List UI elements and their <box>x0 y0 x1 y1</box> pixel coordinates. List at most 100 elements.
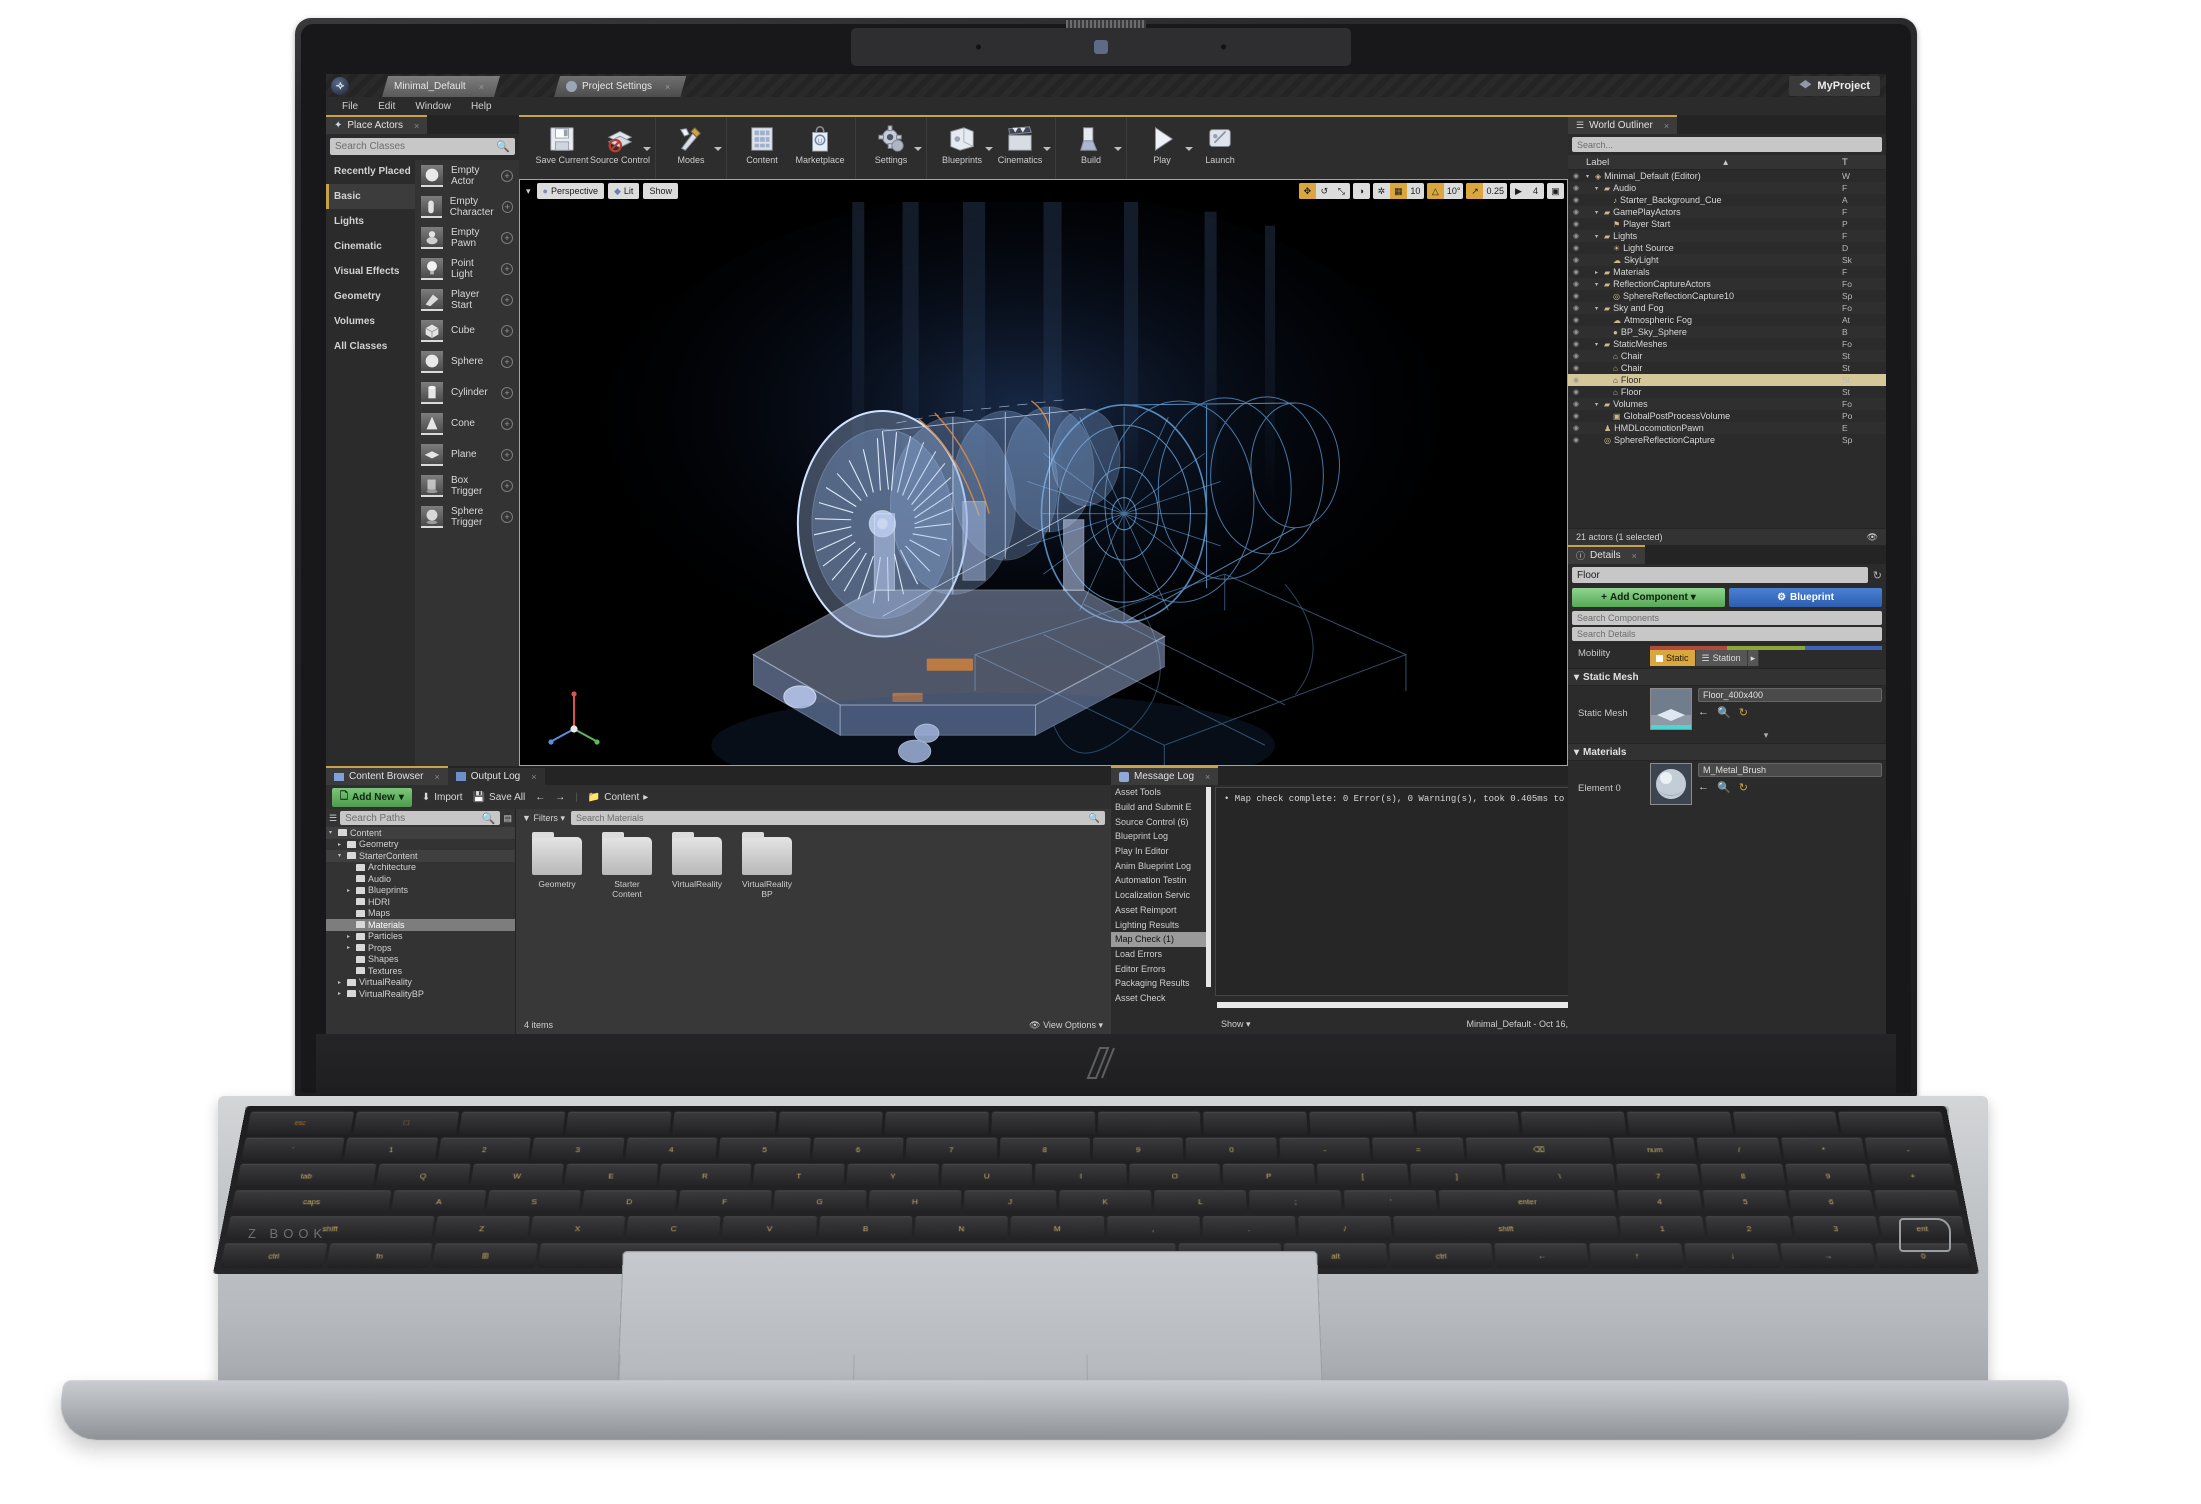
message-log-category[interactable]: Automation Testin <box>1111 873 1211 888</box>
key[interactable]: * <box>1780 1137 1867 1161</box>
outliner-row[interactable]: ◉ ▾ ▰ ReflectionCaptureActors Fo <box>1568 278 1886 290</box>
outliner-search-input[interactable]: Search... <box>1572 137 1882 152</box>
key[interactable]: U <box>941 1163 1033 1187</box>
disclosure-triangle-icon[interactable]: ▸ <box>347 944 353 951</box>
visibility-eye-icon[interactable]: ◉ <box>1568 436 1584 444</box>
disclosure-triangle-icon[interactable]: ▾ <box>338 852 344 859</box>
add-actor-icon[interactable]: + <box>501 448 513 461</box>
actor-name-input[interactable]: Floor <box>1572 567 1868 583</box>
outliner-row[interactable]: ◉ ▣ GlobalPostProcessVolume Po <box>1568 410 1886 422</box>
key[interactable]: K <box>1059 1189 1152 1214</box>
toolbar-content[interactable]: Content <box>733 121 791 165</box>
key[interactable]: 9 <box>1785 1163 1871 1187</box>
disclosure-triangle-icon[interactable]: ▾ <box>1595 341 1601 348</box>
chevron-down-icon[interactable] <box>914 147 922 152</box>
message-log-category[interactable]: Blueprint Log <box>1111 829 1211 844</box>
key[interactable]: Z <box>433 1216 530 1241</box>
material-name[interactable]: M_Metal_Brush <box>1698 763 1882 777</box>
key[interactable]: 9 <box>1092 1137 1184 1161</box>
toolbar-marketplace[interactable]: U Marketplace <box>791 121 849 165</box>
place-actors-item[interactable]: Box Trigger + <box>415 470 519 501</box>
add-component-button[interactable]: + Add Component ▾ <box>1572 588 1725 607</box>
message-log-category[interactable]: Play In Editor <box>1111 844 1211 859</box>
visibility-eye-icon[interactable]: ◉ <box>1568 244 1584 252</box>
key[interactable]: shift <box>1393 1216 1619 1241</box>
place-actors-item[interactable]: Empty Pawn + <box>415 222 519 253</box>
add-actor-icon[interactable]: + <box>501 510 513 523</box>
key[interactable]: R <box>658 1163 752 1187</box>
key[interactable]: S <box>486 1189 582 1214</box>
viewport-grid-snap-icon[interactable]: ▦ <box>1389 183 1407 199</box>
key[interactable] <box>778 1111 883 1135</box>
key[interactable] <box>671 1111 778 1135</box>
place-actors-item[interactable]: Sphere + <box>415 346 519 377</box>
place-actors-item[interactable]: Sphere Trigger + <box>415 501 519 532</box>
close-icon[interactable]: × <box>434 772 439 782</box>
message-log-category[interactable]: Lighting Results <box>1111 917 1211 932</box>
view-options-button[interactable]: 👁 View Options ▾ <box>1029 1020 1103 1031</box>
key[interactable] <box>459 1111 566 1135</box>
content-tree-item[interactable]: Materials <box>326 919 515 931</box>
disclosure-triangle-icon[interactable]: ▾ <box>1595 209 1601 216</box>
keyboard[interactable]: esc ☐ ` 1 2 3 4 5 6 7 8 9 0- = ⌫ num / * - tab Q W E R T Y U I O P[] \… <box>212 1106 1980 1274</box>
key[interactable]: 6 <box>812 1137 904 1161</box>
place-actors-item[interactable]: Empty Actor + <box>415 160 519 191</box>
key[interactable]: T <box>752 1163 846 1187</box>
menu-edit[interactable]: Edit <box>368 101 405 112</box>
toolbar-save-current[interactable]: Save Current <box>533 121 591 165</box>
tab-details[interactable]: ⓘ Details × <box>1568 545 1645 564</box>
outliner-row[interactable]: ◉ ⌂ Chair St <box>1568 362 1886 374</box>
tree-toggle-icon[interactable]: ☰ <box>329 813 337 824</box>
visibility-eye-icon[interactable]: ◉ <box>1568 400 1584 408</box>
save-all-button[interactable]: 💾 Save All <box>473 792 526 803</box>
key[interactable]: 6 <box>1788 1189 1875 1214</box>
search-icon[interactable]: 🔍 <box>1717 706 1731 719</box>
key[interactable]: esc <box>246 1111 354 1135</box>
key[interactable]: 7 <box>905 1137 997 1161</box>
key[interactable]: ' <box>1344 1189 1438 1214</box>
key[interactable]: 5 <box>1702 1189 1789 1214</box>
tab-close-icon[interactable]: × <box>665 82 670 92</box>
arrow-right-icon[interactable]: → <box>555 792 565 803</box>
reset-icon[interactable]: ↻ <box>1739 706 1748 719</box>
key[interactable]: 5 <box>718 1137 811 1161</box>
disclosure-triangle-icon[interactable]: ▸ <box>338 841 344 848</box>
visibility-eye-icon[interactable]: ◉ <box>1568 172 1584 180</box>
toolbar-modes[interactable]: Modes <box>662 121 722 165</box>
mobility-movable-button[interactable]: ▸ <box>1747 650 1760 666</box>
key[interactable] <box>1838 1111 1946 1135</box>
viewport-angle-size-value[interactable]: 10° <box>1444 183 1464 199</box>
key[interactable] <box>1873 1189 1962 1214</box>
key[interactable]: G <box>772 1189 867 1214</box>
key[interactable]: 3 <box>531 1137 625 1161</box>
add-new-button[interactable]: 🗋 Add New ▾ <box>332 787 412 807</box>
key[interactable]: enter <box>1438 1189 1617 1214</box>
key[interactable]: X <box>529 1216 626 1241</box>
add-actor-icon[interactable]: + <box>501 386 513 399</box>
viewport-camera-speed-value[interactable]: 4 <box>1527 183 1544 199</box>
content-tree-item[interactable]: ▸ VirtualRealityBP <box>326 988 515 1000</box>
outliner-row[interactable]: ◉ ▾ ▰ Sky and Fog Fo <box>1568 302 1886 314</box>
viewport-perspective-button[interactable]: ● Perspective <box>536 183 604 199</box>
message-log-category[interactable]: Localization Servic <box>1111 888 1211 903</box>
menu-help[interactable]: Help <box>461 101 502 112</box>
visibility-eye-icon[interactable]: ◉ <box>1568 328 1584 336</box>
tab-place-actors[interactable]: ✦ Place Actors × <box>326 115 428 134</box>
add-actor-icon[interactable]: + <box>501 479 513 492</box>
viewport-lighting-button[interactable]: ◆ Lit <box>608 183 640 199</box>
key[interactable]: 8 <box>999 1137 1090 1161</box>
import-button[interactable]: ⬇ Import <box>422 792 463 803</box>
place-actors-item[interactable]: Cylinder + <box>415 377 519 408</box>
key[interactable]: fn <box>326 1243 433 1268</box>
key[interactable] <box>565 1111 672 1135</box>
chevron-down-icon[interactable] <box>643 147 651 152</box>
blueprint-button[interactable]: ⚙ Blueprint <box>1729 588 1882 607</box>
toolbar-play[interactable]: Play <box>1133 121 1193 165</box>
static-mesh-thumbnail[interactable] <box>1650 688 1692 730</box>
breadcrumb[interactable]: 📁 Content ▸ <box>588 792 649 803</box>
disclosure-triangle-icon[interactable]: ▸ <box>1595 269 1601 276</box>
place-actors-category-recently-placed[interactable]: Recently Placed <box>326 159 415 184</box>
visibility-eye-icon[interactable]: ◉ <box>1568 376 1584 384</box>
add-actor-icon[interactable]: + <box>501 293 513 306</box>
disclosure-triangle-icon[interactable]: ▸ <box>347 933 353 940</box>
